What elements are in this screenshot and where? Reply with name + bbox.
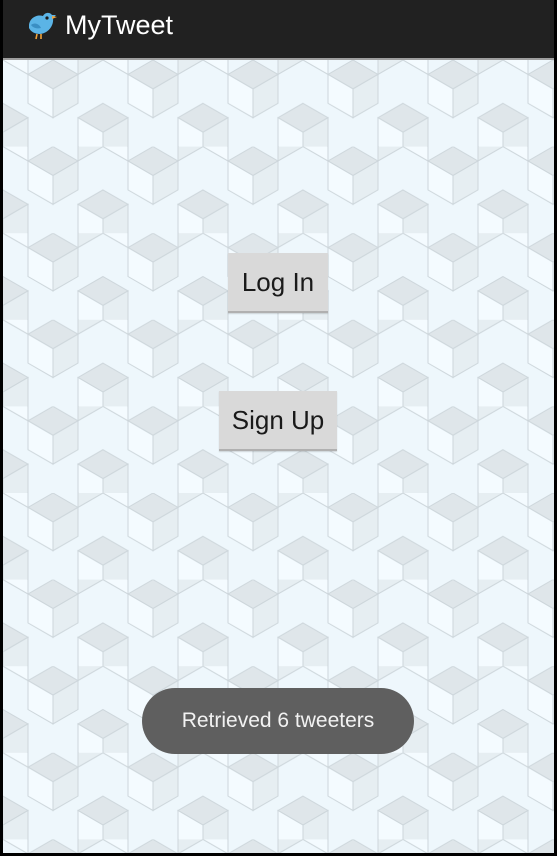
app-title: MyTweet: [65, 10, 174, 40]
main-content: Log In Sign Up Retrieved 6 tweeters: [3, 60, 554, 853]
action-bar: MyTweet: [3, 0, 554, 60]
login-button[interactable]: Log In: [228, 253, 328, 313]
bird-icon: [29, 12, 57, 40]
signup-button[interactable]: Sign Up: [219, 391, 337, 451]
device-frame: MyTweet Log In Sign Up Retrieved 6 tweet…: [0, 0, 557, 856]
toast-message: Retrieved 6 tweeters: [142, 688, 414, 754]
